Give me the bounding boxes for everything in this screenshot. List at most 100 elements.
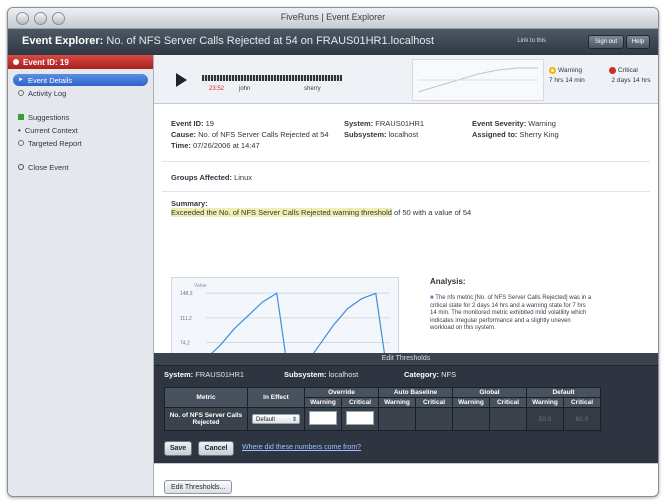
sidebar-item-targeted-report[interactable]: Targeted Report bbox=[8, 137, 153, 149]
critical-status: Critical 2 days 14 hrs bbox=[609, 67, 653, 84]
bullet-icon: • bbox=[18, 125, 21, 135]
threshold-source-link[interactable]: Where did these numbers come from? bbox=[242, 444, 361, 451]
override-warning-input[interactable] bbox=[309, 411, 337, 425]
detail-label: Event ID: bbox=[171, 119, 204, 128]
override-critical-input[interactable] bbox=[346, 411, 374, 425]
sparkline-preview bbox=[412, 59, 544, 101]
thresholds-title: Edit Thresholds bbox=[154, 353, 658, 366]
critical-icon bbox=[609, 67, 616, 74]
sub-warning: Warning bbox=[526, 397, 564, 408]
page-header: Event Explorer: No. of NFS Server Calls … bbox=[8, 29, 658, 56]
detail-event-id: Event ID: 19 bbox=[171, 119, 214, 128]
detail-label: Cause: bbox=[171, 130, 197, 139]
detail-groups: Groups Affected: Linux bbox=[171, 173, 252, 182]
row-metric: No. of NFS Server Calls Rejected bbox=[164, 407, 248, 431]
suggestions-icon bbox=[18, 114, 24, 120]
sidebar-section-event: ► Event Details Activity Log bbox=[8, 69, 153, 106]
meta-label: System: bbox=[164, 370, 194, 379]
critical-label-row: Critical bbox=[609, 67, 653, 74]
sidebar-item-current-context[interactable]: • Current Context bbox=[8, 124, 153, 136]
auto-warning-cell bbox=[378, 407, 416, 431]
col-in-effect: In Effect bbox=[247, 387, 305, 408]
y-tick-label: 148.3 bbox=[180, 291, 193, 297]
sidebar-item-label: Event Details bbox=[27, 75, 73, 85]
summary-text: Exceeded the No. of NFS Server Calls Rej… bbox=[171, 208, 471, 217]
summary-title: Summary: bbox=[171, 199, 208, 208]
detail-label: Assigned to: bbox=[472, 130, 518, 139]
sub-critical: Critical bbox=[563, 397, 601, 408]
detail-label: Subsystem: bbox=[344, 130, 387, 139]
thresholds-table: Metric In Effect Override Auto Baseline … bbox=[164, 387, 601, 431]
analysis-text: ■ The nfs metric [No. of NFS Server Call… bbox=[430, 295, 594, 333]
sidebar-section-close: Close Event bbox=[8, 156, 153, 180]
analysis-body: The nfs metric [No. of NFS Server Calls … bbox=[430, 295, 592, 331]
auto-critical-cell bbox=[415, 407, 453, 431]
divider bbox=[162, 191, 650, 192]
title-bar: FiveRuns | Event Explorer bbox=[8, 8, 658, 29]
timeline-scrubber[interactable] bbox=[202, 75, 342, 81]
y-tick-label: 111.2 bbox=[180, 316, 192, 322]
sidebar-item-activity-log[interactable]: Activity Log bbox=[8, 87, 153, 99]
table-row: No. of NFS Server Calls Rejected Default… bbox=[164, 407, 601, 431]
timeline-user-1: john bbox=[239, 86, 251, 92]
sidebar-item-suggestions[interactable]: Suggestions bbox=[8, 111, 153, 123]
warning-status: Warning 7 hrs 14 min bbox=[549, 67, 585, 84]
bottom-toolbar: Edit Thresholds... bbox=[154, 463, 658, 496]
arrow-icon: ► bbox=[18, 77, 24, 83]
warning-duration: 7 hrs 14 min bbox=[549, 77, 585, 84]
sidebar-item-close-event[interactable]: Close Event bbox=[8, 161, 153, 173]
detail-value: Warning bbox=[528, 119, 556, 128]
detail-label: Groups Affected: bbox=[171, 173, 232, 182]
meta-value: FRAUS01HR1 bbox=[195, 370, 245, 379]
event-id-header: Event ID: 19 bbox=[8, 55, 153, 69]
global-critical-cell bbox=[489, 407, 527, 431]
detail-value: 19 bbox=[205, 119, 214, 128]
cancel-button[interactable]: Cancel bbox=[198, 441, 234, 456]
summary-tail: of 50 with a value of 54 bbox=[394, 208, 472, 217]
detail-value: 07/26/2006 at 14:47 bbox=[192, 141, 260, 150]
save-button[interactable]: Save bbox=[164, 441, 192, 456]
detail-system: System: FRAUS01HR1 bbox=[344, 119, 424, 128]
detail-label: Time: bbox=[171, 141, 191, 150]
sub-warning: Warning bbox=[304, 397, 342, 408]
sub-critical: Critical bbox=[415, 397, 453, 408]
radio-icon bbox=[18, 90, 24, 96]
default-critical-cell: 60.0 bbox=[563, 407, 601, 431]
in-effect-value: Default bbox=[256, 417, 276, 423]
critical-label: Critical bbox=[618, 67, 638, 74]
default-warning-cell: 50.0 bbox=[526, 407, 564, 431]
alert-icon bbox=[13, 59, 19, 65]
warning-icon bbox=[549, 67, 556, 74]
detail-assigned: Assigned to: Sherry King bbox=[472, 130, 559, 139]
analysis-title: Analysis: bbox=[430, 277, 466, 286]
play-icon[interactable] bbox=[176, 73, 187, 87]
warning-label: Warning bbox=[558, 67, 582, 74]
row-in-effect: Default ⇕ bbox=[247, 407, 305, 431]
app-window: FiveRuns | Event Explorer Event Explorer… bbox=[7, 7, 659, 497]
sign-out-button[interactable]: Sign out bbox=[588, 35, 624, 49]
close-circle-icon bbox=[18, 164, 24, 170]
event-id-label: Event ID: 19 bbox=[23, 57, 69, 67]
link-to-this[interactable]: Link to this bbox=[517, 38, 546, 44]
meta-label: Category: bbox=[404, 370, 440, 379]
sidebar-item-event-details[interactable]: ► Event Details bbox=[13, 74, 148, 86]
detail-label: Event Severity: bbox=[472, 119, 527, 128]
timeline-user-2: sherry bbox=[304, 86, 321, 92]
help-button[interactable]: Help bbox=[626, 35, 650, 49]
sub-warning: Warning bbox=[452, 397, 490, 408]
sidebar-item-label: Current Context bbox=[24, 125, 78, 135]
meta-value: localhost bbox=[328, 370, 359, 379]
edit-thresholds-button[interactable]: Edit Thresholds... bbox=[164, 480, 233, 494]
detail-label: Summary: bbox=[171, 199, 208, 208]
in-effect-select[interactable]: Default ⇕ bbox=[252, 414, 300, 424]
summary-highlight: Exceeded the No. of NFS Server Calls Rej… bbox=[171, 208, 392, 217]
sidebar-item-label: Close Event bbox=[28, 162, 69, 172]
sidebar-section-suggestions: Suggestions • Current Context Targeted R… bbox=[8, 106, 153, 156]
col-auto-baseline: Auto Baseline bbox=[378, 387, 453, 398]
override-critical-cell bbox=[341, 407, 379, 431]
detail-value: Linux bbox=[234, 173, 253, 182]
col-global: Global bbox=[452, 387, 527, 398]
page-title-label: Event Explorer: bbox=[22, 35, 104, 47]
detail-label: System: bbox=[344, 119, 374, 128]
y-axis-label: Value bbox=[194, 283, 207, 289]
